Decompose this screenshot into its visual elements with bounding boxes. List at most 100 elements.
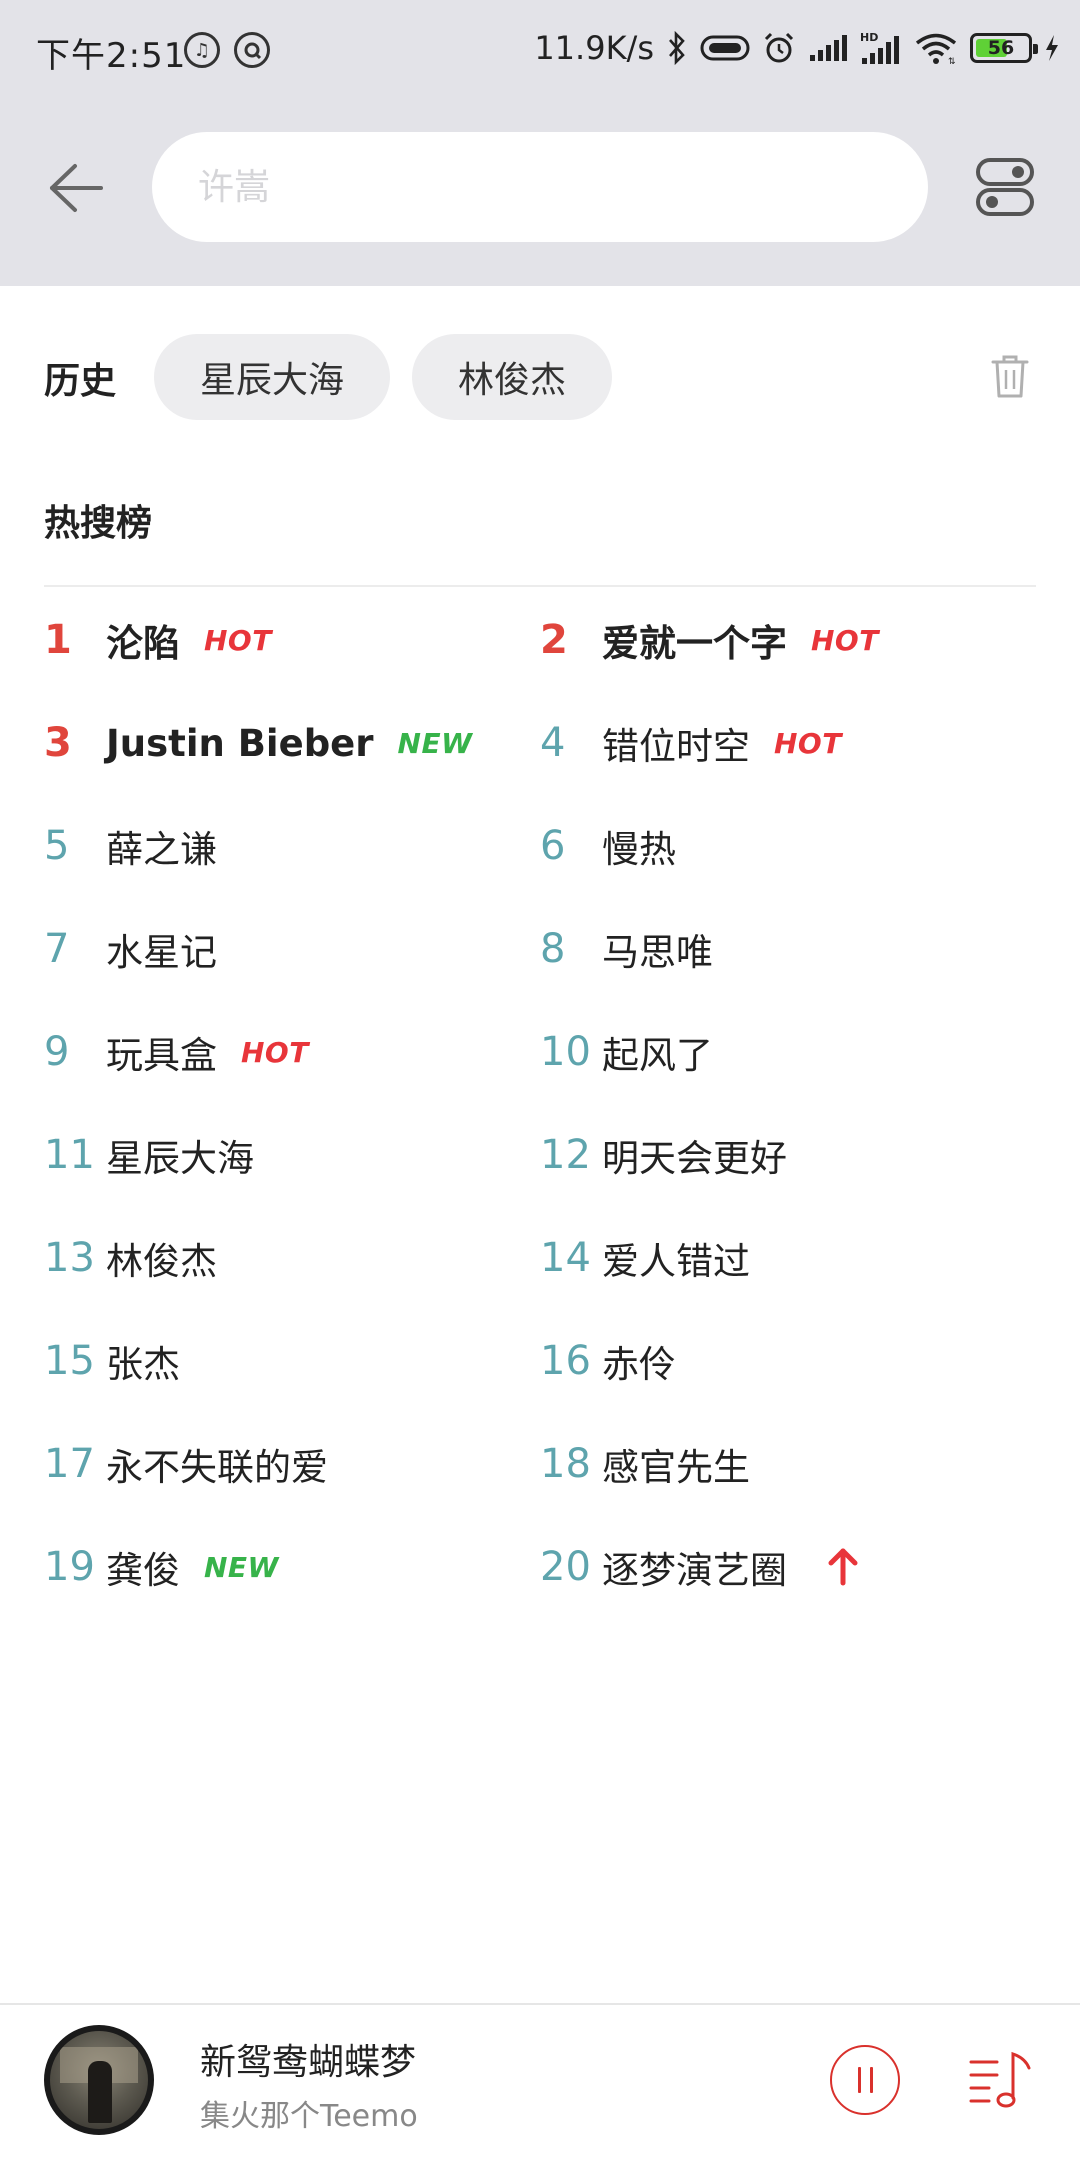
bluetooth-icon xyxy=(666,31,688,65)
hot-search-item[interactable]: 4 错位时空 HOT xyxy=(540,703,842,783)
hot-search-title: 热搜榜 xyxy=(44,503,153,544)
up-arrow-icon xyxy=(827,1548,859,1586)
clear-history-button[interactable] xyxy=(986,352,1034,400)
hot-search-item[interactable]: 8 马思唯 xyxy=(540,909,713,989)
hot-rank: 14 xyxy=(540,1235,591,1281)
hot-tag: HOT xyxy=(811,623,879,657)
hot-rank: 2 xyxy=(540,617,568,663)
hot-search-item[interactable]: 19 龚俊 NEW xyxy=(44,1527,279,1607)
new-tag: NEW xyxy=(397,726,473,760)
hot-name: 赤伶 xyxy=(602,1343,676,1386)
hot-rank: 6 xyxy=(540,823,566,869)
hot-search-item[interactable]: 6 慢热 xyxy=(540,806,676,886)
hot-search-item[interactable]: 9 玩具盒 HOT xyxy=(44,1012,309,1092)
pause-icon xyxy=(857,2067,861,2093)
trash-icon xyxy=(991,355,1029,398)
hot-name: 感官先生 xyxy=(602,1446,750,1489)
hot-name: 永不失联的爱 xyxy=(106,1446,328,1489)
hot-rank: 3 xyxy=(44,720,72,766)
divider xyxy=(44,585,1036,587)
hot-name: 错位时空 xyxy=(602,725,750,768)
search-box[interactable] xyxy=(152,132,928,242)
hot-search-item[interactable]: 16 赤伶 xyxy=(540,1321,676,1401)
status-bar: 下午2:51 ♫ 11.9K/s HD ⇅ 56 xyxy=(0,0,1080,100)
hot-rank: 16 xyxy=(540,1338,591,1384)
hot-rank: 18 xyxy=(540,1441,591,1487)
hot-rank: 10 xyxy=(540,1029,591,1075)
hot-rank: 1 xyxy=(44,617,72,663)
hot-name: 逐梦演艺圈 xyxy=(602,1549,787,1592)
hot-name: 张杰 xyxy=(106,1343,180,1386)
hd-signal-icon: HD xyxy=(860,30,902,66)
hot-tag: HOT xyxy=(241,1035,309,1069)
hot-rank: 4 xyxy=(540,720,566,766)
charging-icon xyxy=(1044,33,1060,63)
hot-rank: 12 xyxy=(540,1132,591,1178)
hot-name: 起风了 xyxy=(602,1034,713,1077)
hot-name: 爱就一个字 xyxy=(602,622,787,665)
history-chip[interactable]: 星辰大海 xyxy=(154,334,391,420)
playlist-icon xyxy=(969,2051,1031,2108)
playlist-button[interactable] xyxy=(964,2045,1036,2117)
hot-rank: 7 xyxy=(44,926,70,972)
svg-text:HD: HD xyxy=(860,31,878,44)
pause-button[interactable] xyxy=(830,2045,900,2115)
hot-rank: 17 xyxy=(44,1441,95,1487)
hot-search-item[interactable]: 5 薛之谦 xyxy=(44,806,217,886)
filter-settings-button[interactable] xyxy=(972,154,1038,220)
svg-text:⇅: ⇅ xyxy=(948,57,956,65)
hot-name: 马思唯 xyxy=(602,931,713,974)
hot-search-item[interactable]: 11 星辰大海 xyxy=(44,1115,254,1195)
battery-icon: 56 xyxy=(970,33,1038,63)
search-input[interactable] xyxy=(198,132,878,242)
top-area: 下午2:51 ♫ 11.9K/s HD ⇅ 56 许嵩 xyxy=(0,0,1080,286)
hot-search-item[interactable]: 7 水星记 xyxy=(44,909,217,989)
hot-search-item[interactable]: 14 爱人错过 xyxy=(540,1218,750,1298)
alarm-icon xyxy=(762,31,796,65)
hot-search-item[interactable]: 3 Justin Bieber NEW xyxy=(44,703,472,783)
back-button[interactable] xyxy=(44,156,108,220)
nfc-icon xyxy=(700,33,750,63)
song-artist: 集火那个Teemo xyxy=(200,2099,418,2134)
hot-name: 明天会更好 xyxy=(602,1137,787,1180)
hot-search-item[interactable]: 20 逐梦演艺圈 xyxy=(540,1527,859,1607)
hot-search-item[interactable]: 13 林俊杰 xyxy=(44,1218,217,1298)
hot-search-item[interactable]: 2 爱就一个字 HOT xyxy=(540,600,879,680)
net-speed: 11.9K/s xyxy=(534,29,654,67)
hot-tag: HOT xyxy=(204,623,272,657)
hot-rank: 19 xyxy=(44,1544,95,1590)
hot-rank: 13 xyxy=(44,1235,95,1281)
toggle-settings-icon xyxy=(976,158,1034,216)
status-icons: 11.9K/s HD ⇅ 56 xyxy=(534,26,1060,70)
hot-name: 爱人错过 xyxy=(602,1240,750,1283)
signal-icon xyxy=(808,33,848,63)
hot-search-item[interactable]: 18 感官先生 xyxy=(540,1424,750,1504)
hot-name: 林俊杰 xyxy=(106,1240,217,1283)
hot-rank: 5 xyxy=(44,823,70,869)
music-notification-icon: ♫ xyxy=(184,32,220,68)
hot-rank: 11 xyxy=(44,1132,95,1178)
hot-search-item[interactable]: 1 沦陷 HOT xyxy=(44,600,272,680)
new-tag: NEW xyxy=(204,1550,279,1584)
album-art[interactable] xyxy=(44,2025,154,2135)
vpn-icon xyxy=(234,32,270,68)
hot-rank: 9 xyxy=(44,1029,70,1075)
hot-name: Justin Bieber xyxy=(106,721,374,765)
hot-rank: 8 xyxy=(540,926,566,972)
history-chips: 星辰大海 林俊杰 xyxy=(154,334,613,420)
hot-name: 水星记 xyxy=(106,931,217,974)
song-title: 新鸳鸯蝴蝶梦 xyxy=(200,2042,417,2083)
hot-rank: 20 xyxy=(540,1544,591,1590)
back-arrow-icon xyxy=(50,164,103,212)
hot-search-item[interactable]: 15 张杰 xyxy=(44,1321,180,1401)
hot-search-item[interactable]: 12 明天会更好 xyxy=(540,1115,787,1195)
hot-search-item[interactable]: 17 永不失联的爱 xyxy=(44,1424,328,1504)
history-label: 历史 xyxy=(44,361,117,402)
hot-name: 玩具盒 xyxy=(106,1034,217,1077)
history-chip[interactable]: 林俊杰 xyxy=(412,334,613,420)
hot-name: 沦陷 xyxy=(106,622,180,665)
hot-search-item[interactable]: 10 起风了 xyxy=(540,1012,713,1092)
hot-name: 星辰大海 xyxy=(106,1137,254,1180)
mini-player[interactable]: 新鸳鸯蝴蝶梦 集火那个Teemo xyxy=(0,2005,1080,2158)
status-time: 下午2:51 xyxy=(36,36,187,76)
